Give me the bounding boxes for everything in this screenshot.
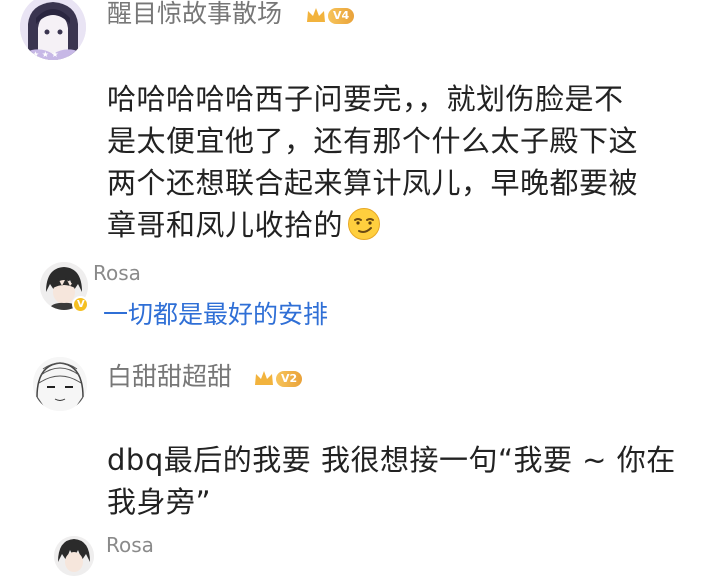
user-avatar[interactable]: ★ ★ ★	[20, 0, 86, 60]
user-avatar[interactable]	[33, 357, 87, 411]
crown-icon	[307, 8, 325, 22]
comment-username[interactable]: 白甜甜超甜	[107, 361, 232, 393]
comment-username[interactable]: 醒目惊故事散场	[107, 0, 282, 30]
boy-avatar-icon	[54, 536, 94, 576]
comment-text-line: 哈哈哈哈哈西子问要完，，就划伤脸是不	[107, 82, 624, 116]
comment-text-line: dbq最后的我要 我很想接一句“我要 ~ 你在	[107, 443, 676, 477]
reply-username[interactable]: Rosa	[93, 260, 141, 286]
comment-item: ★ ★ ★ 醒目惊故事散场 V4 哈哈哈哈哈西子问要完，，就划伤脸是不 是太便宜…	[0, 0, 720, 258]
level-label: V2	[276, 371, 303, 387]
level-label: V4	[328, 8, 355, 24]
sketch-girl-avatar-icon	[33, 357, 87, 411]
reply-avatar[interactable]	[54, 536, 94, 576]
verified-icon: V	[72, 296, 89, 313]
crown-icon	[255, 371, 273, 385]
reply-text[interactable]: 一切都是最好的安排	[103, 299, 328, 331]
comment-text: dbq最后的我要 我很想接一句“我要 ~ 你在 我身旁”	[107, 439, 697, 523]
svg-text:★ ★ ★: ★ ★ ★	[32, 50, 59, 59]
comment-text: 哈哈哈哈哈西子问要完，，就划伤脸是不 是太便宜他了，还有那个什么太子殿下这 两个…	[107, 78, 697, 246]
anime-girl-avatar-icon: ★ ★ ★	[20, 0, 86, 60]
reply-username[interactable]: Rosa	[106, 532, 154, 558]
comment-text-line: 是太便宜他了，还有那个什么太子殿下这	[107, 124, 639, 158]
comment-text-line: 我身旁”	[107, 485, 212, 519]
comment-text-line-last: 章哥和凤儿收拾的	[107, 204, 697, 246]
reply-item: Rosa	[0, 528, 720, 576]
comment-item: 白甜甜超甜 V2 dbq最后的我要 我很想接一句“我要 ~ 你在 我身旁”	[0, 345, 720, 519]
comment-text-line: 两个还想联合起来算计凤儿，早晚都要被	[107, 166, 639, 200]
comment-text-line: 章哥和凤儿收拾的	[107, 208, 344, 242]
reply-item: V Rosa 一切都是最好的安排	[0, 258, 720, 344]
level-badge: V4	[306, 4, 355, 28]
smirk-emoji-icon	[348, 208, 381, 240]
level-badge: V2	[254, 367, 303, 391]
